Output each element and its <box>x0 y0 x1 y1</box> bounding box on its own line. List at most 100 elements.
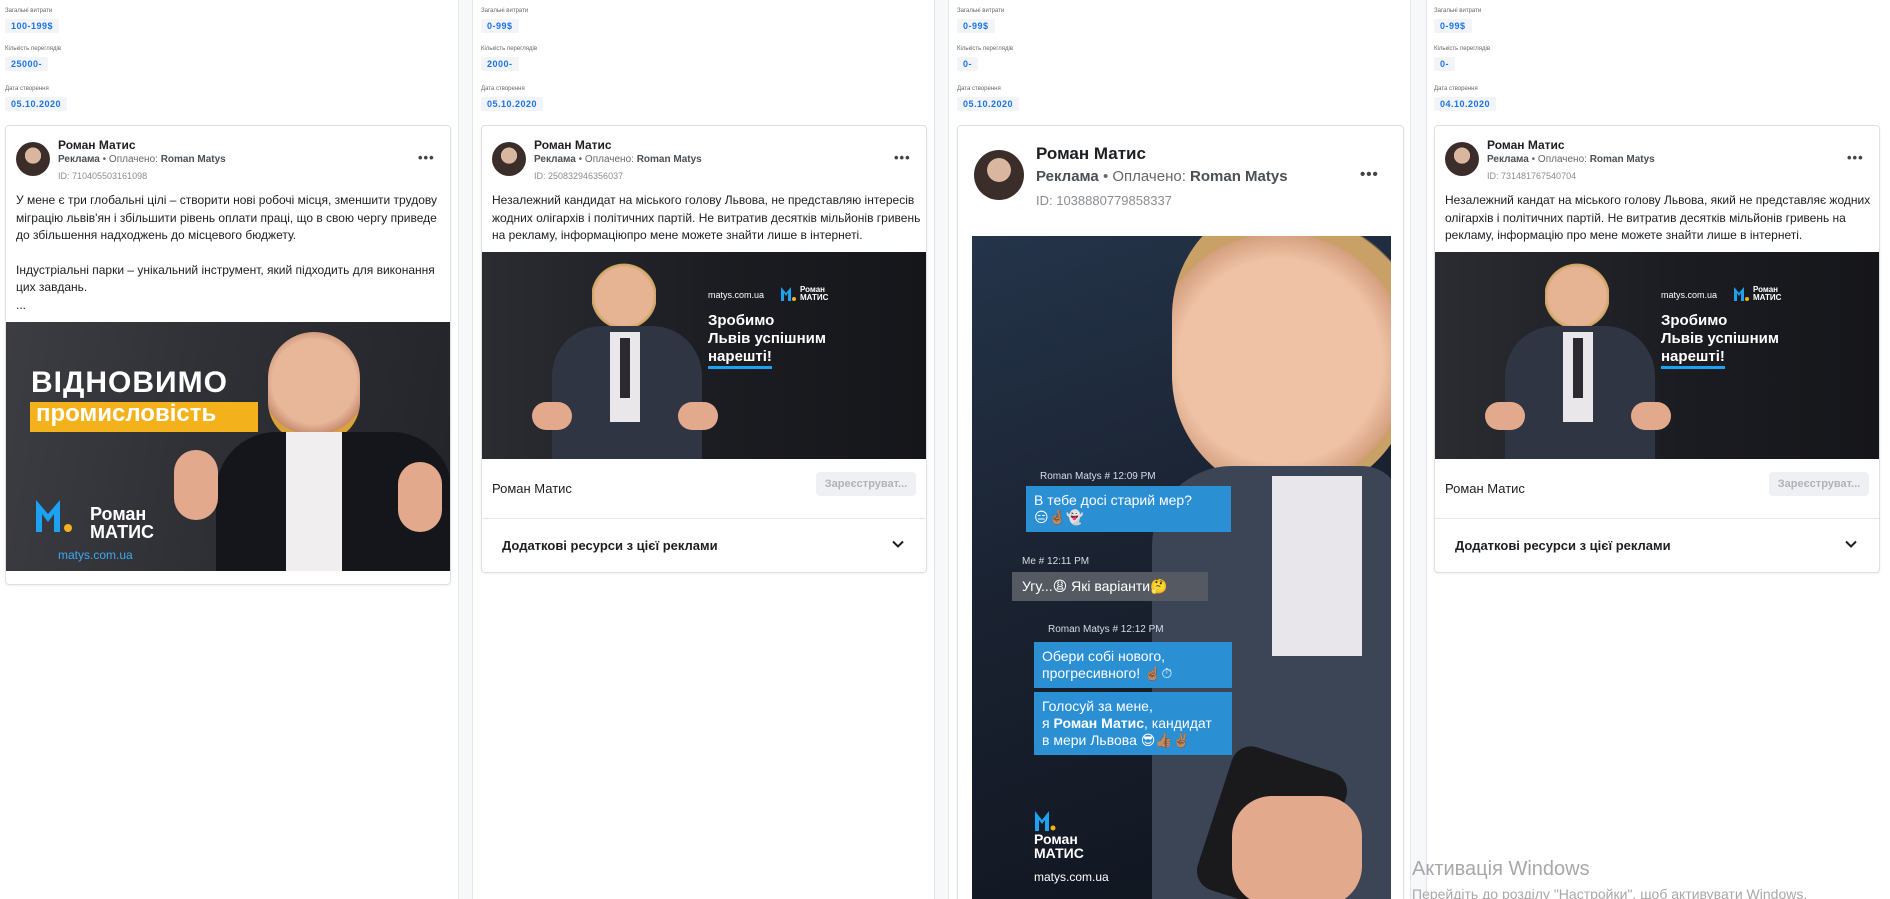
more-options-icon[interactable]: ••• <box>1847 150 1864 165</box>
brand-first-name: Роман <box>1034 831 1078 847</box>
chevron-down-icon[interactable] <box>892 538 904 550</box>
chat-bubble: Угу...😩 Які варіанти🤔 <box>1012 572 1208 601</box>
brand-site: matys.com.ua <box>58 548 133 562</box>
spend-value: 0-99$ <box>957 19 995 33</box>
slogan-line: нарешті! <box>1661 348 1725 369</box>
impressions-value: 0- <box>1434 57 1456 71</box>
ad-card: Роман Матис Реклама • Оплачено: Roman Ma… <box>1434 125 1880 573</box>
brand-logo-icon <box>1035 811 1056 831</box>
cta-page-name[interactable]: Роман Матис <box>492 481 572 496</box>
column-divider <box>1410 0 1411 899</box>
created-value: 05.10.2020 <box>5 97 68 111</box>
ad-creative-image[interactable]: matys.com.ua Роман МАТИС Зробимо Львів ус… <box>1435 252 1879 459</box>
spend-label: Загальні витрати <box>5 8 53 14</box>
more-options-icon[interactable]: ••• <box>418 150 435 165</box>
additional-resources-label: Додаткові ресурси з цієї реклами <box>502 538 718 553</box>
paid-by: Roman Matys <box>160 154 226 165</box>
windows-activation-watermark-subtitle: Перейдіть до розділу "Настройки", щоб ак… <box>1412 886 1808 899</box>
created-label: Дата створення <box>5 86 49 92</box>
additional-resources-toggle[interactable]: Додаткові ресурси з цієї реклами <box>1435 520 1879 572</box>
chevron-down-icon[interactable] <box>1845 538 1857 550</box>
created-value: 04.10.2020 <box>1434 97 1497 111</box>
paid-prefix: • Оплачено: <box>99 154 161 165</box>
sponsored-label: Реклама <box>58 154 100 165</box>
impressions-label: Кількість переглядів <box>1434 46 1491 52</box>
slogan-line: нарешті! <box>708 348 772 369</box>
message-meta: Roman Matys # 12:12 PM <box>1048 624 1164 635</box>
ad-id: ID: 1038880779858337 <box>1036 193 1172 208</box>
brand-logo-icon <box>1734 287 1749 301</box>
spend-label: Загальні витрати <box>481 8 529 14</box>
paid-by: Roman Matys <box>636 154 702 165</box>
column-divider <box>948 0 949 899</box>
message-meta: Roman Matys # 12:09 PM <box>1040 471 1156 482</box>
brand-last-name: МАТИС <box>90 522 155 542</box>
ad-text: Незалежний кандидат на міського голову Л… <box>492 193 921 242</box>
impressions-label: Кількість переглядів <box>957 46 1014 52</box>
brand-name: Роман МАТИС <box>800 286 828 302</box>
impressions-value: 0- <box>957 57 979 71</box>
ad-card: Роман Матис Реклама • Оплачено: Roman Ma… <box>957 125 1404 899</box>
see-more[interactable]: ... <box>16 297 446 315</box>
cta-row: Роман Матис Зареєструват... <box>482 459 926 519</box>
spend-label: Загальні витрати <box>957 8 1005 14</box>
brand-first-name: Роман <box>90 504 147 524</box>
chat-message: , кандидат <box>1144 715 1212 731</box>
impressions-value: 2000- <box>481 57 519 71</box>
spend-value: 100-199$ <box>5 19 60 33</box>
ad-id: ID: 731481767540704 <box>1487 171 1577 181</box>
slogan-line: Львів успішним <box>708 330 826 347</box>
paid-prefix: • Оплачено: <box>1098 168 1191 185</box>
more-options-icon[interactable]: ••• <box>1360 166 1379 183</box>
page-name[interactable]: Роман Матис <box>534 138 612 152</box>
column-gutter <box>1410 0 1426 899</box>
column-divider <box>934 0 935 899</box>
avatar[interactable] <box>974 150 1024 200</box>
page-name[interactable]: Роман Матис <box>1487 138 1565 152</box>
ad-text: У мене є три глобальні цілі – створити н… <box>16 192 446 314</box>
chat-message: я <box>1042 715 1054 731</box>
avatar[interactable] <box>16 142 50 176</box>
creative-slogan: Зробимо Львів успішним нарешті! <box>708 312 826 369</box>
more-options-icon[interactable]: ••• <box>894 150 911 165</box>
created-value: 05.10.2020 <box>957 97 1020 111</box>
impressions-label: Кількість переглядів <box>5 46 62 52</box>
creative-subheadline: промисловість <box>36 400 217 427</box>
spend-label: Загальні витрати <box>1434 8 1482 14</box>
additional-resources-toggle[interactable]: Додаткові ресурси з цієї реклами <box>482 520 926 572</box>
ad-creative-image[interactable]: matys.com.ua Роман МАТИС Зробимо Львів ус… <box>482 252 926 459</box>
cta-page-name[interactable]: Роман Матис <box>1445 481 1525 496</box>
sponsored-line: Реклама • Оплачено: Roman Matys <box>58 154 226 165</box>
paid-by: Roman Matys <box>1190 168 1288 185</box>
page-name[interactable]: Роман Матис <box>1036 144 1146 164</box>
creative-headline: ВІДНОВИМО <box>31 366 228 399</box>
sign-up-button[interactable]: Зареєструват... <box>1769 472 1869 496</box>
created-label: Дата створення <box>957 86 1001 92</box>
cta-row: Роман Матис Зареєструват... <box>1435 459 1879 519</box>
brand-last-name: МАТИС <box>1034 845 1084 861</box>
sponsored-line: Реклама • Оплачено: Roman Matys <box>1487 154 1655 165</box>
brand-name: Роман МАТИС <box>90 505 154 541</box>
sponsored-label: Реклама <box>1487 154 1529 165</box>
brand-name: Роман МАТИС <box>1034 832 1084 860</box>
avatar[interactable] <box>492 142 526 176</box>
paid-by: Roman Matys <box>1589 154 1655 165</box>
windows-activation-watermark-title: Активація Windows <box>1412 858 1590 880</box>
sponsored-line: Реклама • Оплачено: Roman Matys <box>534 154 702 165</box>
ad-creative-image[interactable]: ВІДНОВИМО промисловість Роман МАТИС matys… <box>6 322 450 571</box>
ad-id: ID: 710405503161098 <box>58 171 148 181</box>
avatar[interactable] <box>1445 142 1479 176</box>
brand-logo-icon <box>781 287 796 301</box>
slogan-line: Зробимо <box>708 312 775 329</box>
column-divider <box>1426 0 1427 899</box>
brand-last-name: МАТИС <box>1753 293 1782 302</box>
slogan-line: Львів успішним <box>1661 330 1779 347</box>
column-gutter <box>934 0 948 899</box>
page-name[interactable]: Роман Матис <box>58 138 136 152</box>
ad-creative-image[interactable]: Roman Matys # 12:09 PM В тебе досі стари… <box>972 236 1391 899</box>
created-label: Дата створення <box>1434 86 1478 92</box>
sign-up-button[interactable]: Зареєструват... <box>816 472 916 496</box>
chat-bubble: В тебе досі старий мер? 😑🤞🏽👻 <box>1026 486 1231 532</box>
created-label: Дата створення <box>481 86 525 92</box>
chat-message: в мери Львова 😎👍🏽✌🏽 <box>1042 732 1191 748</box>
